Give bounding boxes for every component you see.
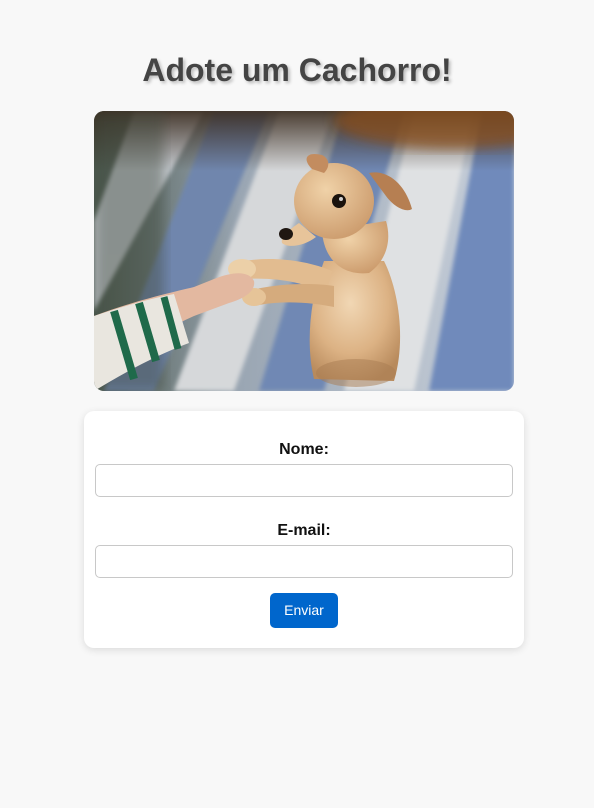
submit-button[interactable]: Enviar (270, 593, 338, 628)
page-title: Adote um Cachorro! (142, 52, 452, 88)
email-field[interactable] (95, 545, 513, 578)
dog-photo (94, 111, 514, 391)
name-label: Nome: (279, 441, 329, 458)
page: Adote um Cachorro! Nome: E-mail: Enviar (0, 0, 594, 808)
name-field[interactable] (95, 464, 513, 497)
adoption-form: Nome: E-mail: Enviar (84, 411, 524, 648)
email-label: E-mail: (277, 522, 331, 539)
dog-photo-illustration (94, 111, 514, 391)
